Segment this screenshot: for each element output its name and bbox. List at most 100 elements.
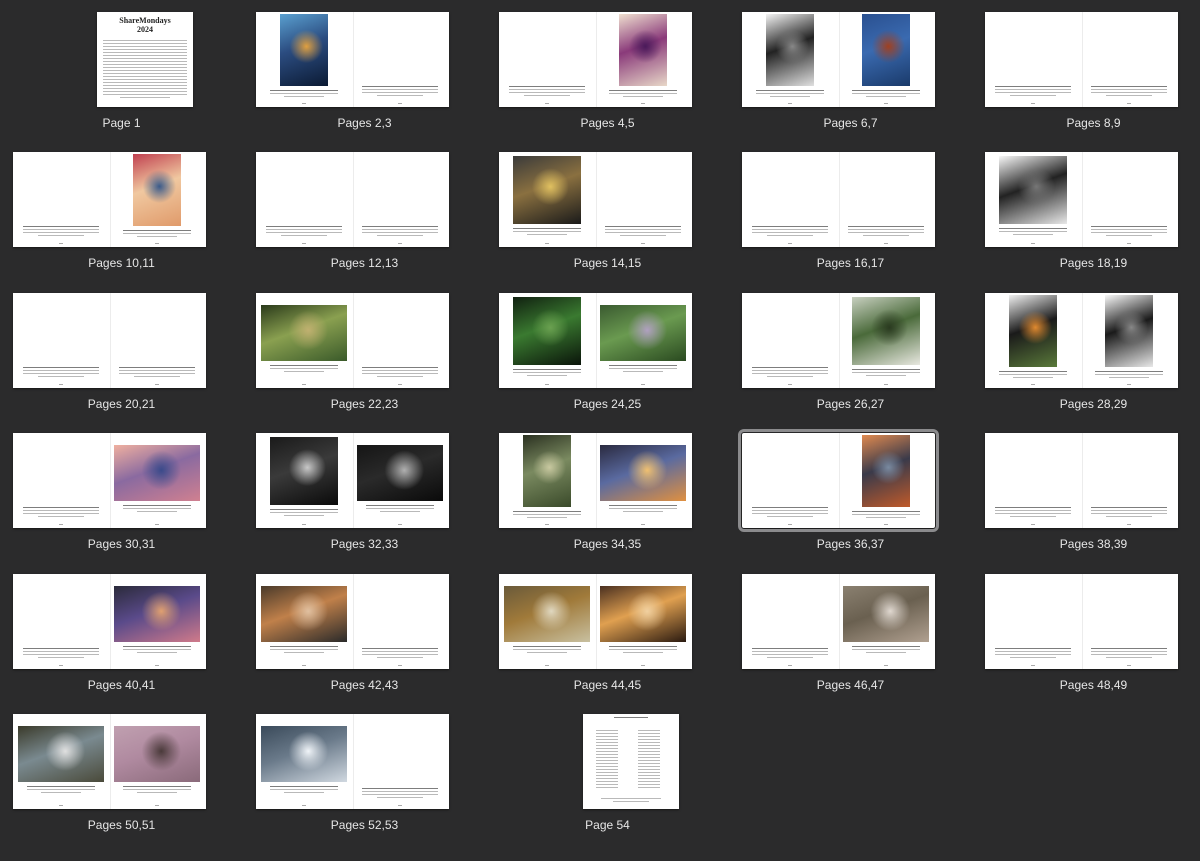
caption-text-line: [23, 651, 99, 652]
page-number-left: [788, 243, 792, 244]
page-thumbnail-item[interactable]: Pages 34,35: [486, 421, 729, 561]
page-thumbnail-image[interactable]: [985, 152, 1178, 247]
caption-text-line: [1091, 651, 1167, 652]
page-thumbnail-image[interactable]: [742, 152, 935, 247]
page-number-right: [155, 243, 159, 244]
caption-text-line: [103, 64, 187, 65]
page-thumbnail-image[interactable]: [499, 12, 692, 107]
page-thumbnail-item[interactable]: Pages 44,45: [486, 562, 729, 702]
caption-text-line: [1091, 654, 1167, 655]
caption-text-line: [27, 786, 95, 787]
page-thumbnail-item[interactable]: Pages 40,41: [0, 562, 243, 702]
page-thumbnail-label: Pages 40,41: [87, 678, 156, 692]
caption-text-line: [596, 763, 618, 764]
page-thumbnail-image[interactable]: [985, 433, 1178, 528]
page-thumbnail-image[interactable]: [499, 574, 692, 669]
caption-text-line: [852, 514, 920, 515]
page-thumbnail-image[interactable]: [742, 293, 935, 388]
page-thumbnail-image[interactable]: [985, 293, 1178, 388]
page-thumbnail-image[interactable]: [256, 574, 449, 669]
page-thumbnail-label: Pages 22,23: [330, 397, 399, 411]
page-thumbnail-item[interactable]: Pages 38,39: [972, 421, 1200, 561]
page-thumbnail-item[interactable]: Pages 50,51: [0, 702, 243, 842]
page-thumbnail-image[interactable]: [499, 433, 692, 528]
page-thumbnail-item[interactable]: Pages 16,17: [729, 140, 972, 280]
page-photo-image: [999, 156, 1067, 224]
page-thumbnail-label: Pages 4,5: [580, 116, 635, 130]
page-thumbnail-image[interactable]: [13, 293, 206, 388]
page-thumbnail-image[interactable]: [256, 433, 449, 528]
page-thumbnail-image[interactable]: [499, 293, 692, 388]
page-thumbnail-image[interactable]: [583, 714, 679, 809]
page-thumbnail-item[interactable]: Pages 30,31: [0, 421, 243, 561]
page-number-right: [641, 524, 645, 525]
page-thumbnail-item[interactable]: Pages 6,7: [729, 0, 972, 140]
page-thumbnail-image[interactable]: [13, 574, 206, 669]
page-thumbnail-image[interactable]: [256, 152, 449, 247]
page-thumbnail-image[interactable]: [985, 12, 1178, 107]
page-thumbnail-item[interactable]: Pages 46,47: [729, 562, 972, 702]
page-thumbnail-item[interactable]: Pages 32,33: [243, 421, 486, 561]
page-photo-image: [133, 154, 181, 226]
caption-text-line: [752, 229, 828, 230]
page-number-left: [545, 384, 549, 385]
page-thumbnail-item[interactable]: Pages 14,15: [486, 140, 729, 280]
page-thumbnail-item[interactable]: Pages 36,37: [729, 421, 972, 561]
page-thumbnail-item[interactable]: Pages 10,11: [0, 140, 243, 280]
page-thumbnail-image[interactable]: [256, 12, 449, 107]
page-thumbnail-image[interactable]: [499, 152, 692, 247]
spread-spine: [1081, 152, 1083, 247]
page-number-left: [302, 524, 306, 525]
spread-spine: [1081, 12, 1083, 107]
page-number-right: [155, 524, 159, 525]
page-thumbnail-item[interactable]: Pages 26,27: [729, 281, 972, 421]
page-thumbnail-item[interactable]: Pages 2,3: [243, 0, 486, 140]
caption-text-line: [596, 775, 618, 776]
page-thumbnail-image[interactable]: [13, 714, 206, 809]
caption-text-line: [609, 649, 677, 650]
caption-text-line: [848, 229, 924, 230]
page-thumbnail-item[interactable]: Pages 22,23: [243, 281, 486, 421]
page-thumbnail-item[interactable]: Pages 28,29: [972, 281, 1200, 421]
caption-text-line: [103, 79, 187, 80]
page-number-left: [302, 805, 306, 806]
page-thumbnail-image[interactable]: [985, 574, 1178, 669]
page-thumbnail-item[interactable]: Pages 48,49: [972, 562, 1200, 702]
page-thumbnail-item[interactable]: Pages 18,19: [972, 140, 1200, 280]
caption-text-line: [1095, 374, 1163, 375]
page-thumbnail-image[interactable]: [13, 152, 206, 247]
caption-text-line: [1010, 657, 1056, 658]
caption-text-line: [509, 89, 585, 90]
page-thumbnail-item[interactable]: Pages 52,53: [243, 702, 486, 842]
page-thumbnail-label: Pages 42,43: [330, 678, 399, 692]
page-thumbnail-item[interactable]: Pages 24,25: [486, 281, 729, 421]
page-thumbnail-image[interactable]: [742, 12, 935, 107]
page-thumbnail-image[interactable]: ShareMondays 2024: [97, 12, 193, 107]
caption-text-line: [1091, 229, 1167, 230]
spread-spine: [109, 574, 111, 669]
page-thumbnail-image[interactable]: [742, 574, 935, 669]
caption-text-line: [103, 67, 187, 68]
selected-page-thumbnail[interactable]: [738, 429, 939, 532]
spread-spine: [1081, 433, 1083, 528]
caption-text-line: [1106, 657, 1152, 658]
page-thumbnail-item[interactable]: Pages 20,21: [0, 281, 243, 421]
page-thumbnail-image[interactable]: [256, 293, 449, 388]
caption-text-line: [609, 646, 677, 647]
caption-text-line: [123, 786, 191, 787]
page-photo-image: [1105, 295, 1153, 367]
page-number-left: [302, 384, 306, 385]
page-thumbnail-item[interactable]: Page 54: [486, 702, 729, 842]
page-thumbnail-item[interactable]: Pages 4,5: [486, 0, 729, 140]
caption-text-line: [638, 748, 660, 749]
spread-spine: [595, 574, 597, 669]
page-thumbnail-item[interactable]: Pages 12,13: [243, 140, 486, 280]
page-thumbnail-image[interactable]: [256, 714, 449, 809]
page-number-left: [1031, 243, 1035, 244]
caption-text-line: [377, 376, 423, 377]
page-number-right: [1127, 524, 1131, 525]
page-thumbnail-item[interactable]: Pages 42,43: [243, 562, 486, 702]
page-thumbnail-item[interactable]: Pages 8,9: [972, 0, 1200, 140]
page-thumbnail-item[interactable]: ShareMondays 2024 Page 1: [0, 0, 243, 140]
page-thumbnail-image[interactable]: [13, 433, 206, 528]
